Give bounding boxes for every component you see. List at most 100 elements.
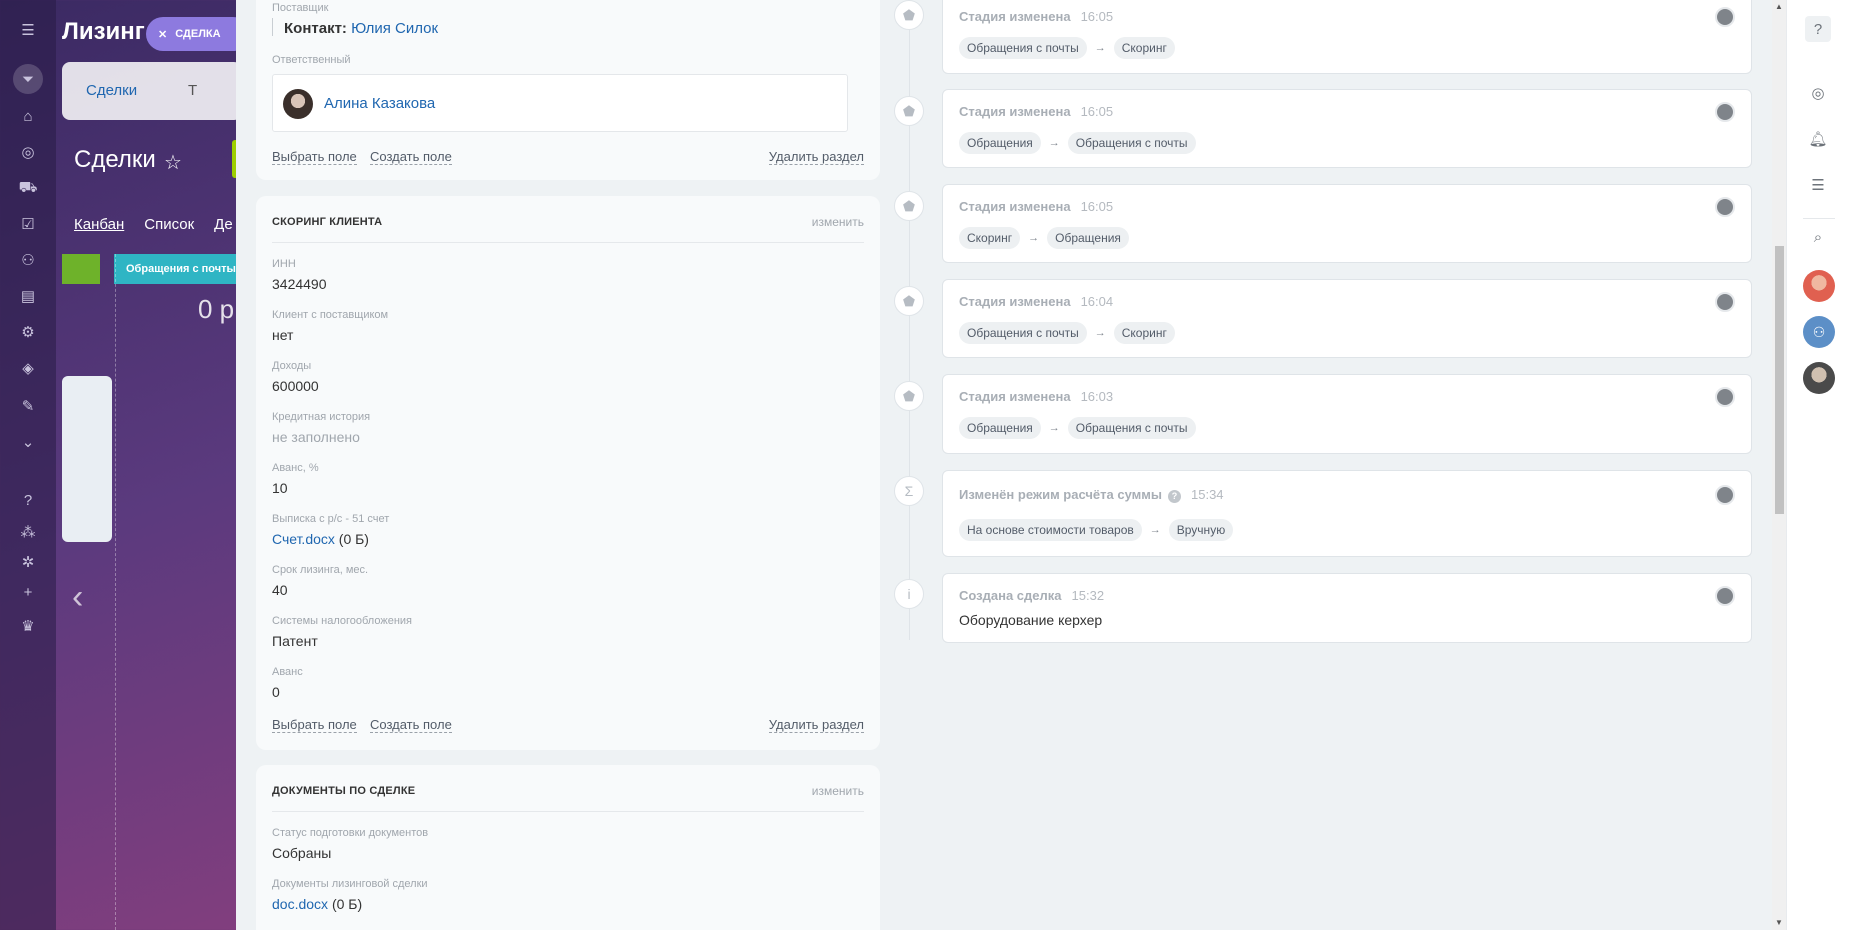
arrow-right-icon: → <box>1094 42 1106 54</box>
deal-chip[interactable]: ✕ СДЕЛКА <box>146 17 236 51</box>
responsible-link[interactable]: Алина Казакова <box>324 95 435 112</box>
arrow-right-icon: → <box>1048 422 1060 434</box>
field-value: нет <box>272 327 294 343</box>
deal-fields-column: Поставщик Контакт: Юлия Силок Ответствен… <box>256 0 880 930</box>
help-icon[interactable]: ? <box>16 488 40 512</box>
kanban-card[interactable] <box>62 376 112 542</box>
avatar[interactable] <box>1803 270 1835 302</box>
create-field-link[interactable]: Создать поле <box>370 150 452 165</box>
help-icon[interactable]: ? <box>1168 490 1181 503</box>
timeline-time: 15:32 <box>1071 588 1105 603</box>
left-navigation-rail: ☰ ⏷ ⌂ ◎ ⛟ ☑ ⚇ ▤ ⚙ ◈ ✎ ⌄ ? ⁂ ✲ + ♛ <box>0 0 56 930</box>
tag-icon: ⬟ <box>894 381 924 411</box>
field-value: 600000 <box>272 378 319 394</box>
delete-section-link[interactable]: Удалить раздел <box>768 718 864 733</box>
file-link[interactable]: doc.docx <box>272 896 328 912</box>
close-icon[interactable]: ✕ <box>158 28 167 41</box>
timeline-title: Стадия изменена 16:05 <box>959 199 1114 214</box>
timeline-item[interactable]: Стадия изменена 16:05 Скоринг → Обращения <box>942 184 1752 263</box>
tab-other[interactable]: Т <box>188 82 197 99</box>
box-icon[interactable]: ◈ <box>16 356 40 380</box>
scrollbar-thumb[interactable] <box>1775 246 1784 514</box>
timeline-item[interactable]: Стадия изменена 16:05 Обращения → Обращен… <box>942 89 1752 168</box>
scroll-left-icon[interactable]: ‹ <box>72 578 83 617</box>
field-label: ИНН <box>272 258 296 270</box>
view-other[interactable]: Де <box>214 216 233 233</box>
section-supplier: Поставщик Контакт: Юлия Силок Ответствен… <box>256 0 880 180</box>
avatar[interactable] <box>1715 102 1735 122</box>
more-icon[interactable]: ⌄ <box>16 430 40 454</box>
star-icon[interactable]: ☆ <box>164 150 182 175</box>
group-chat-icon[interactable]: ⚇ <box>1803 316 1835 348</box>
stage-change: Обращения с почты → Скоринг <box>959 322 1175 344</box>
avatar[interactable] <box>1715 7 1735 27</box>
view-kanban[interactable]: Канбан <box>74 216 124 233</box>
kanban-divider <box>115 254 116 930</box>
kanban-stage-green[interactable] <box>62 254 100 284</box>
help-icon[interactable]: ? <box>1805 16 1831 42</box>
edit-link[interactable]: изменить <box>812 784 864 798</box>
avatar[interactable] <box>1715 292 1735 312</box>
avatar[interactable] <box>1803 362 1835 394</box>
timeline-item[interactable]: Создана сделка 15:32 Оборудование керхер <box>942 573 1752 643</box>
filter-icon[interactable]: ⏷ <box>13 64 43 94</box>
kanban-stage-email[interactable]: Обращения с почты <box>114 254 236 284</box>
stage-sum: 0 р <box>198 294 235 324</box>
tab-deals[interactable]: Сделки <box>86 82 137 99</box>
timeline-item[interactable]: Стадия изменена 16:03 Обращения → Обращен… <box>942 374 1752 454</box>
settings-icon[interactable]: ✲ <box>16 550 40 574</box>
sites-icon[interactable]: ⚇ <box>16 248 40 272</box>
scroll-up-icon[interactable]: ▲ <box>1775 2 1783 11</box>
scrollbar[interactable]: ▲ ▼ <box>1772 0 1786 930</box>
structure-icon[interactable]: ⁂ <box>16 520 40 544</box>
timeline-item[interactable]: Стадия изменена 16:04 Обращения с почты →… <box>942 279 1752 358</box>
stage-change: Обращения → Обращения с почты <box>959 132 1196 154</box>
timeline-title: Изменён режим расчёта суммы? 15:34 <box>959 487 1224 503</box>
section-divider <box>272 811 864 812</box>
edit-link[interactable]: изменить <box>812 215 864 229</box>
section-divider <box>272 242 864 243</box>
target-icon[interactable]: ◎ <box>16 140 40 164</box>
timeline-title: Стадия изменена 16:04 <box>959 294 1114 309</box>
cart-icon[interactable]: ⛟ <box>16 176 40 200</box>
menu-icon[interactable]: ☰ <box>16 18 40 42</box>
stage-to: Обращения с почты <box>1067 132 1196 154</box>
field-label: Выписка с р/с - 51 счет <box>272 513 390 525</box>
robot-icon[interactable]: ⚙ <box>16 320 40 344</box>
view-list[interactable]: Список <box>144 216 194 233</box>
chat-icon[interactable]: ☰ <box>1805 172 1831 198</box>
timeline-item[interactable]: Стадия изменена 16:05 Обращения с почты →… <box>942 0 1752 74</box>
sign-icon[interactable]: ✎ <box>16 394 40 418</box>
field-label: Доходы <box>272 360 312 372</box>
sigma-icon: Σ <box>894 476 924 506</box>
timeline-time: 16:05 <box>1080 9 1114 24</box>
rail-divider <box>1803 218 1835 219</box>
timeline-time: 16:03 <box>1080 389 1114 404</box>
search-icon[interactable]: ⌕ <box>1805 224 1831 250</box>
stage-from: Обращения с почты <box>959 37 1087 59</box>
tag-icon: ⬟ <box>894 96 924 126</box>
bell-icon[interactable]: 🔔︎ <box>1805 126 1831 152</box>
add-icon[interactable]: + <box>16 580 40 604</box>
home-icon[interactable]: ⌂ <box>16 104 40 128</box>
timeline-item[interactable]: Изменён режим расчёта суммы? 15:34 На осн… <box>942 470 1752 557</box>
avatar[interactable] <box>1715 485 1735 505</box>
crown-icon[interactable]: ♛ <box>16 614 40 638</box>
field-value: 10 <box>272 480 288 496</box>
select-field-link[interactable]: Выбрать поле <box>272 718 357 733</box>
file-link[interactable]: Счет.docx <box>272 531 335 547</box>
contact-prefix: Контакт: <box>284 20 347 37</box>
scroll-down-icon[interactable]: ▼ <box>1775 918 1783 927</box>
select-field-link[interactable]: Выбрать поле <box>272 150 357 165</box>
create-field-link[interactable]: Создать поле <box>370 718 452 733</box>
tasks-icon[interactable]: ☑ <box>16 212 40 236</box>
contacts-icon[interactable]: ▤ <box>16 284 40 308</box>
avatar[interactable] <box>1715 586 1735 606</box>
contact-link[interactable]: Юлия Силок <box>351 20 438 37</box>
delete-section-link[interactable]: Удалить раздел <box>768 150 864 165</box>
tag-icon: ⬟ <box>894 191 924 221</box>
avatar[interactable] <box>1715 387 1735 407</box>
avatar[interactable] <box>1715 197 1735 217</box>
activity-icon[interactable]: ◎ <box>1805 80 1831 106</box>
background-crm-app: Лизинг ✕ СДЕЛКА Сделки Т Сделки ☆ Канбан… <box>56 0 236 930</box>
